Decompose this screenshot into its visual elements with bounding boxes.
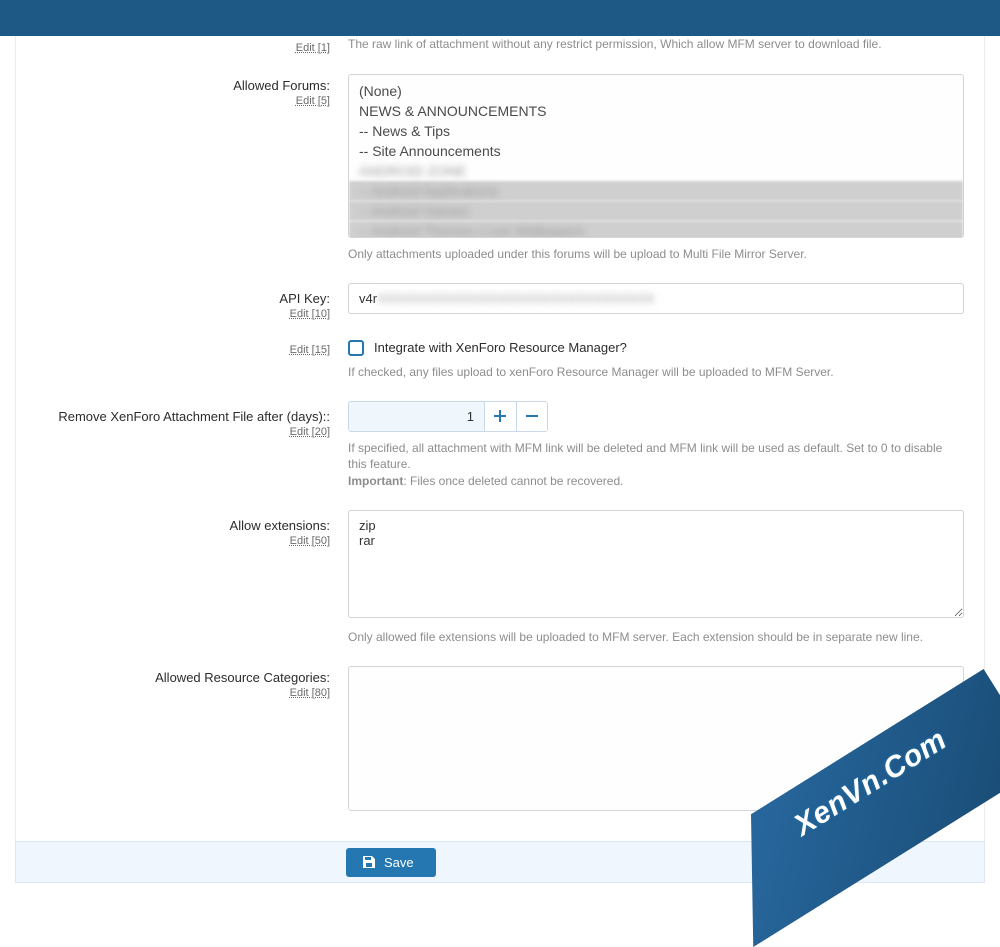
edit-link-10[interactable]: Edit [10] bbox=[290, 308, 330, 320]
integrate-xfrm-label: Integrate with XenForo Resource Manager? bbox=[374, 340, 627, 355]
forum-option[interactable]: -- Android Themes | Live Wallpapers bbox=[349, 221, 963, 238]
label-allowed-forums: Allowed Forums: bbox=[233, 78, 330, 93]
edit-link-1[interactable]: Edit [1] bbox=[296, 42, 330, 54]
save-bar: Save bbox=[15, 841, 985, 883]
save-icon bbox=[362, 855, 376, 869]
spinner-minus-button[interactable] bbox=[516, 402, 548, 431]
edit-link-50[interactable]: Edit [50] bbox=[290, 535, 330, 547]
remove-days-spinner bbox=[348, 401, 548, 432]
forum-option[interactable]: -- News & Tips bbox=[359, 121, 953, 141]
forum-option[interactable]: NEWS & ANNOUNCEMENTS bbox=[359, 101, 953, 121]
spinner-plus-button[interactable] bbox=[484, 402, 516, 431]
label-allowed-categories: Allowed Resource Categories: bbox=[155, 670, 330, 685]
label-remove-days: Remove XenForo Attachment File after (da… bbox=[58, 409, 330, 424]
integrate-xfrm-checkbox[interactable]: Integrate with XenForo Resource Manager? bbox=[348, 340, 964, 356]
allowed-forums-select[interactable]: (None)NEWS & ANNOUNCEMENTS-- News & Tips… bbox=[348, 74, 964, 238]
edit-link-5[interactable]: Edit [5] bbox=[296, 95, 330, 107]
help-remove-days: If specified, all attachment with MFM li… bbox=[348, 440, 964, 490]
label-api-key: API Key: bbox=[279, 291, 330, 306]
help-raw-link: The raw link of attachment without any r… bbox=[348, 36, 964, 53]
options-form: Edit [1] The raw link of attachment with… bbox=[15, 36, 985, 881]
allowed-categories-select[interactable] bbox=[348, 666, 964, 811]
remove-days-input[interactable] bbox=[349, 402, 484, 431]
checkbox-icon bbox=[348, 340, 364, 356]
edit-link-15[interactable]: Edit [15] bbox=[290, 344, 330, 356]
edit-link-80[interactable]: Edit [80] bbox=[290, 687, 330, 699]
api-key-input[interactable]: v4rXXXXXXXXXXXXXXXXXXXXXXXXXXXXXXXX bbox=[348, 283, 964, 314]
save-button[interactable]: Save bbox=[346, 848, 436, 877]
allow-extensions-input[interactable]: zip rar bbox=[348, 510, 964, 618]
forum-option[interactable]: -- Android Applications bbox=[349, 181, 963, 201]
help-allowed-forums: Only attachments uploaded under this for… bbox=[348, 246, 964, 263]
top-bar bbox=[0, 0, 1000, 36]
edit-link-20[interactable]: Edit [20] bbox=[290, 426, 330, 438]
help-extensions: Only allowed file extensions will be upl… bbox=[348, 629, 964, 646]
label-allow-extensions: Allow extensions: bbox=[230, 518, 330, 533]
forum-option[interactable]: ANDROID ZONE bbox=[359, 161, 953, 181]
forum-option[interactable]: -- Android Games bbox=[349, 201, 963, 221]
help-integrate: If checked, any files upload to xenForo … bbox=[348, 364, 964, 381]
forum-option[interactable]: (None) bbox=[359, 81, 953, 101]
save-label: Save bbox=[384, 855, 414, 870]
forum-option[interactable]: -- Site Announcements bbox=[359, 141, 953, 161]
